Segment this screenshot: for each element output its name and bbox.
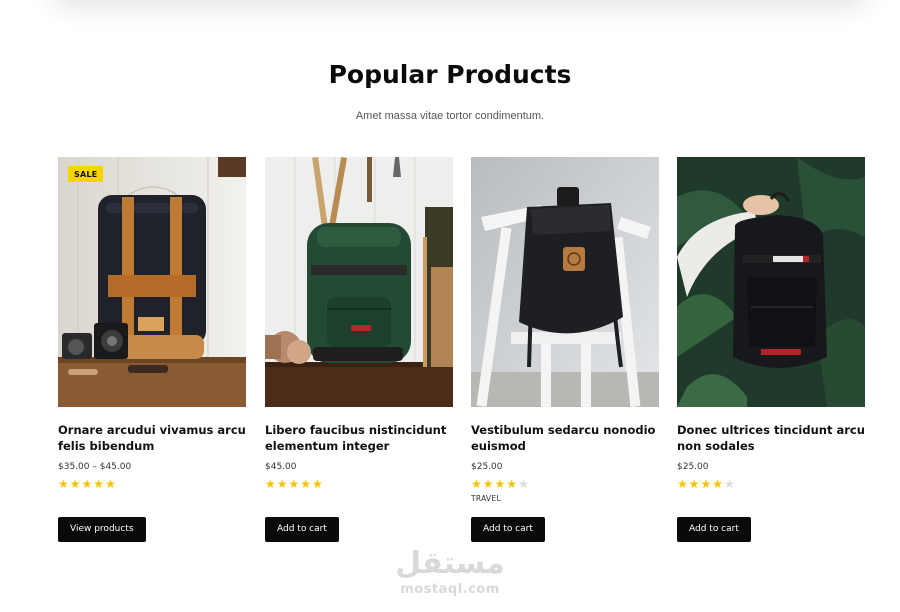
- star-filled-icon: ★: [288, 477, 301, 491]
- star-filled-icon: ★: [58, 477, 70, 491]
- star-empty-icon: ★: [724, 477, 736, 491]
- add-to-cart-button[interactable]: Add to cart: [265, 517, 339, 542]
- backpack-photo-3: [471, 157, 659, 407]
- star-filled-icon: ★: [81, 477, 94, 491]
- product-image-1[interactable]: SALE: [58, 157, 246, 407]
- star-filled-icon: ★: [494, 477, 507, 491]
- product-card-3: Vestibulum sedarcu nonodio euismod $25.0…: [471, 157, 659, 542]
- section-subtitle: Amet massa vitae tortor condimentum.: [355, 110, 545, 122]
- product-price: $45.00: [265, 462, 297, 472]
- rating-stars: ★★★★★: [677, 477, 865, 491]
- product-image-2[interactable]: [265, 157, 453, 407]
- backpack-photo-4: [677, 157, 865, 407]
- product-card-4: Donec ultrices tincidunt arcu non sodale…: [677, 157, 865, 542]
- product-image-3[interactable]: [471, 157, 659, 407]
- star-filled-icon: ★: [712, 477, 725, 491]
- product-category: [265, 494, 453, 504]
- product-title[interactable]: Libero faucibus nistincidunt elementum i…: [265, 422, 453, 456]
- product-card-2: Libero faucibus nistincidunt elementum i…: [265, 157, 453, 542]
- star-filled-icon: ★: [700, 477, 713, 491]
- star-filled-icon: ★: [688, 477, 701, 491]
- backpack-photo-2: [265, 157, 453, 407]
- product-title[interactable]: Ornare arcudui vivamus arcu felis bibend…: [58, 422, 246, 456]
- watermark: مستقل mostaql.com: [390, 546, 510, 598]
- star-filled-icon: ★: [69, 477, 82, 491]
- sale-badge: SALE: [68, 166, 104, 182]
- product-title[interactable]: Vestibulum sedarcu nonodio euismod: [471, 422, 659, 456]
- product-title[interactable]: Donec ultrices tincidunt arcu non sodale…: [677, 422, 865, 456]
- star-empty-icon: ★: [518, 477, 530, 491]
- product-category: [58, 494, 246, 504]
- product-category: [677, 494, 865, 504]
- rating-stars: ★★★★★: [265, 477, 453, 491]
- rating-stars: ★★★★★: [58, 477, 246, 491]
- star-filled-icon: ★: [265, 477, 277, 491]
- star-filled-icon: ★: [300, 477, 313, 491]
- star-filled-icon: ★: [93, 477, 106, 491]
- section-title: Popular Products: [328, 60, 572, 89]
- product-image-4[interactable]: [677, 157, 865, 407]
- rating-stars: ★★★★★: [471, 477, 659, 491]
- product-category[interactable]: TRAVEL: [471, 494, 659, 504]
- product-card-1: SALE Ornare arcudui vivamus arcu felis b…: [58, 157, 246, 542]
- product-price: $25.00: [471, 462, 503, 472]
- product-price: $35.00 – $45.00: [58, 462, 132, 472]
- star-filled-icon: ★: [276, 477, 289, 491]
- backpack-photo-1: [58, 157, 246, 407]
- product-price: $25.00: [677, 462, 709, 472]
- watermark-url: mostaql.com: [400, 582, 500, 597]
- star-filled-icon: ★: [105, 477, 117, 491]
- star-filled-icon: ★: [471, 477, 483, 491]
- star-filled-icon: ★: [312, 477, 324, 491]
- add-to-cart-button[interactable]: Add to cart: [677, 517, 751, 542]
- star-filled-icon: ★: [506, 477, 519, 491]
- star-filled-icon: ★: [677, 477, 689, 491]
- add-to-cart-button[interactable]: Add to cart: [471, 517, 545, 542]
- view-products-button[interactable]: View products: [58, 517, 146, 542]
- star-filled-icon: ★: [482, 477, 495, 491]
- watermark-logo: مستقل: [395, 546, 505, 581]
